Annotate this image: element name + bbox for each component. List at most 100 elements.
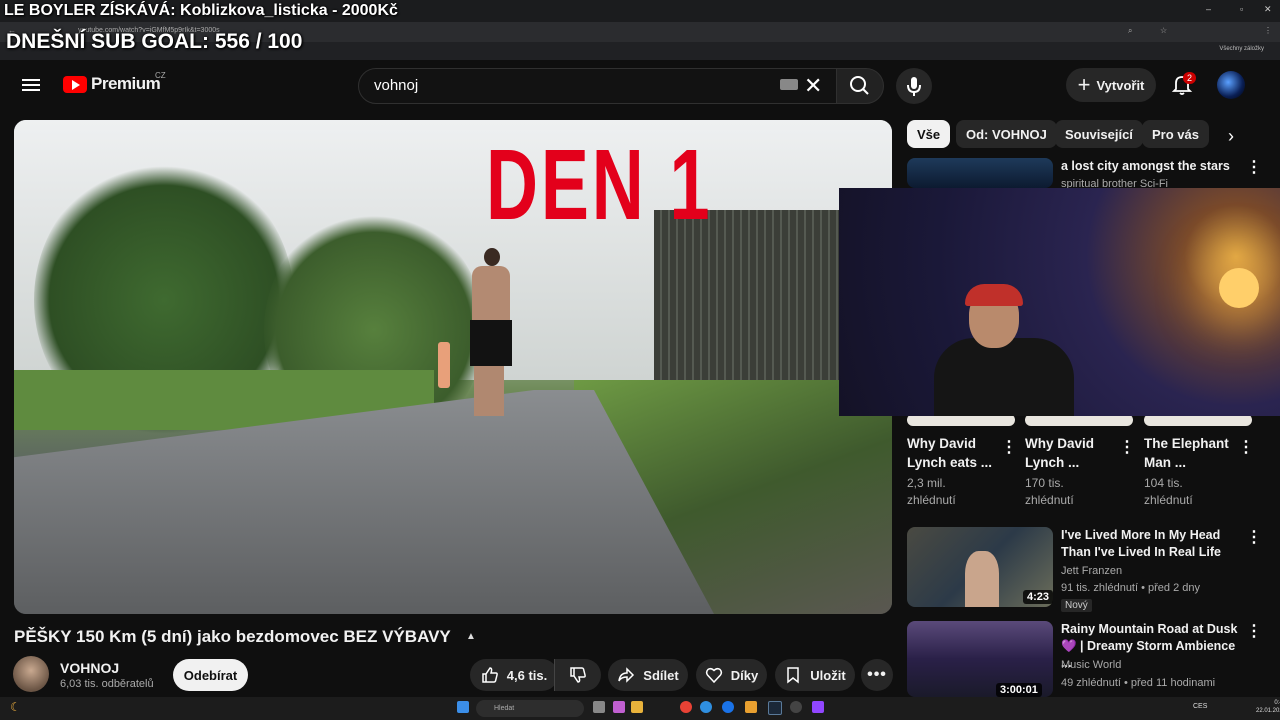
more-vertical-icon[interactable]: ⋮ bbox=[1001, 440, 1017, 456]
voice-search-button[interactable] bbox=[896, 68, 932, 104]
video-bottle bbox=[438, 342, 450, 388]
share-button[interactable]: Sdílet bbox=[608, 659, 688, 691]
account-avatar[interactable] bbox=[1217, 71, 1245, 99]
video-duration: 3:00:01 bbox=[996, 683, 1042, 697]
subscribe-button[interactable]: Odebírat bbox=[173, 659, 248, 691]
like-button[interactable]: 4,6 tis. bbox=[470, 659, 558, 691]
more-vertical-icon[interactable]: ⋮ bbox=[1246, 624, 1262, 640]
channel-avatar[interactable] bbox=[13, 656, 49, 692]
thumbs-up-icon bbox=[482, 667, 498, 683]
menu-icon[interactable]: ⋮ bbox=[1264, 26, 1272, 35]
rec-channel[interactable]: Jett Franzen bbox=[1061, 563, 1122, 580]
save-button[interactable]: Uložit bbox=[775, 659, 855, 691]
file-explorer-icon[interactable] bbox=[631, 701, 643, 713]
task-view-icon[interactable] bbox=[593, 701, 605, 713]
more-vertical-icon[interactable]: ⋮ bbox=[1238, 440, 1254, 456]
chrome-icon[interactable] bbox=[680, 701, 692, 713]
microphone-icon bbox=[907, 77, 921, 96]
taskbar-search[interactable]: Hledat bbox=[476, 700, 584, 717]
app-icon[interactable] bbox=[722, 701, 734, 713]
video-overlay-text: DEN 1 bbox=[486, 129, 713, 241]
share-label: Sdílet bbox=[643, 667, 679, 683]
short-views: 104 tis. zhlédnutí bbox=[1144, 476, 1193, 507]
youtube-play-icon bbox=[63, 75, 87, 93]
video-person-head bbox=[484, 248, 500, 266]
search-icon bbox=[850, 76, 869, 95]
new-badge: Nový bbox=[1061, 599, 1092, 612]
maximize-icon[interactable]: ▫ bbox=[1240, 4, 1243, 14]
youtube-logo[interactable]: Premium CZ bbox=[63, 71, 166, 94]
input-language[interactable]: CES bbox=[1193, 703, 1207, 710]
steam-icon[interactable] bbox=[768, 701, 782, 715]
donation-overlay: LE BOYLER ZÍSKÁVÁ: Koblizkova_listicka -… bbox=[4, 2, 398, 19]
video-person-shorts bbox=[470, 320, 512, 366]
mouse-cursor-icon: ▲ bbox=[466, 631, 476, 642]
save-label: Uložit bbox=[810, 667, 846, 683]
webcam-streamer-cap bbox=[965, 284, 1023, 306]
app-icon[interactable] bbox=[812, 701, 824, 713]
chip-related[interactable]: Související bbox=[1055, 120, 1143, 148]
video-duration: 4:23 bbox=[1023, 590, 1054, 604]
bookmark-icon bbox=[787, 667, 800, 684]
more-vertical-icon[interactable]: ⋮ bbox=[1246, 160, 1262, 176]
rec-title[interactable]: a lost city amongst the stars bbox=[1061, 158, 1241, 175]
windows-start-icon[interactable] bbox=[457, 701, 469, 713]
rec-title[interactable]: I've Lived More In My Head Than I've Liv… bbox=[1061, 527, 1241, 561]
short-title[interactable]: Why David Lynch eats ... bbox=[907, 434, 995, 472]
video-title: PĚŠKY 150 Km (5 dní) jako bezdomovec BEZ… bbox=[14, 627, 451, 646]
channel-name[interactable]: VOHNOJ bbox=[60, 660, 119, 676]
thanks-button[interactable]: Díky bbox=[696, 659, 767, 691]
app-icon[interactable] bbox=[790, 701, 802, 713]
close-window-icon[interactable]: ✕ bbox=[1264, 4, 1272, 15]
notification-count-badge: 2 bbox=[1183, 72, 1197, 84]
like-count: 4,6 tis. bbox=[506, 667, 548, 683]
share-icon bbox=[618, 667, 635, 683]
all-bookmarks[interactable]: Všechny záložky bbox=[1219, 46, 1264, 52]
logo-text: Premium bbox=[91, 74, 161, 93]
create-button[interactable]: + Vytvořit bbox=[1066, 68, 1156, 102]
more-horizontal-icon: ••• bbox=[867, 666, 887, 683]
plus-icon: + bbox=[1077, 72, 1091, 97]
subscriber-count: 6,03 tis. odběratelů bbox=[60, 678, 154, 690]
keyboard-icon[interactable] bbox=[780, 79, 798, 90]
thanks-heart-icon bbox=[705, 667, 722, 684]
taskbar-clock[interactable]: 0:47 22.01.2025 bbox=[1256, 699, 1280, 715]
star-icon[interactable]: ☆ bbox=[1160, 26, 1167, 35]
region-code: CZ bbox=[155, 71, 166, 80]
rec-channel[interactable]: Music World bbox=[1061, 657, 1121, 674]
short-views: 2,3 mil. zhlédnutí bbox=[907, 476, 956, 507]
short-title[interactable]: Why David Lynch ... bbox=[1025, 434, 1113, 472]
chip-all[interactable]: Vše bbox=[907, 120, 951, 148]
search-button[interactable] bbox=[836, 68, 884, 104]
minimize-icon[interactable]: – bbox=[1206, 4, 1211, 14]
app-icon[interactable] bbox=[745, 701, 757, 713]
clock-date: 22.01.2025 bbox=[1256, 708, 1280, 714]
chip-from-channel[interactable]: Od: VOHNOJ bbox=[956, 120, 1057, 148]
more-actions-button[interactable]: ••• bbox=[861, 659, 893, 691]
webcam-lamp bbox=[1219, 268, 1259, 308]
zoom-icon[interactable]: ⌕ bbox=[1128, 26, 1132, 36]
sub-goal-overlay: DNEŠNÍ SUB GOAL: 556 / 100 bbox=[6, 30, 303, 53]
video-person-torso bbox=[472, 266, 510, 326]
weather-moon-icon[interactable]: ☾ bbox=[10, 700, 21, 714]
clock-time: 0:47 bbox=[1274, 700, 1280, 706]
thumbs-down-icon bbox=[570, 667, 586, 683]
rec-thumbnail[interactable] bbox=[907, 158, 1053, 188]
chip-for-you[interactable]: Pro vás bbox=[1142, 120, 1209, 148]
app-icon[interactable] bbox=[613, 701, 625, 713]
more-vertical-icon[interactable]: ⋮ bbox=[1119, 440, 1135, 456]
rec-meta: 49 zhlédnutí • před 11 hodinami bbox=[1061, 677, 1216, 689]
short-title[interactable]: The Elephant Man ... bbox=[1144, 434, 1232, 472]
edge-icon[interactable] bbox=[700, 701, 712, 713]
hamburger-menu-icon[interactable] bbox=[22, 76, 40, 92]
chevron-right-icon[interactable]: › bbox=[1228, 126, 1234, 147]
rec-meta: 91 tis. zhlédnutí • před 2 dny bbox=[1061, 582, 1200, 594]
thumbnail-person bbox=[965, 551, 999, 607]
clear-search-icon[interactable]: ✕ bbox=[804, 73, 822, 99]
webcam-streamer-body bbox=[934, 338, 1074, 416]
more-vertical-icon[interactable]: ⋮ bbox=[1246, 530, 1262, 546]
search-input[interactable] bbox=[372, 76, 756, 95]
dislike-button[interactable] bbox=[554, 659, 601, 691]
video-player[interactable]: DEN 1 bbox=[14, 120, 892, 614]
thanks-label: Díky bbox=[730, 667, 759, 683]
